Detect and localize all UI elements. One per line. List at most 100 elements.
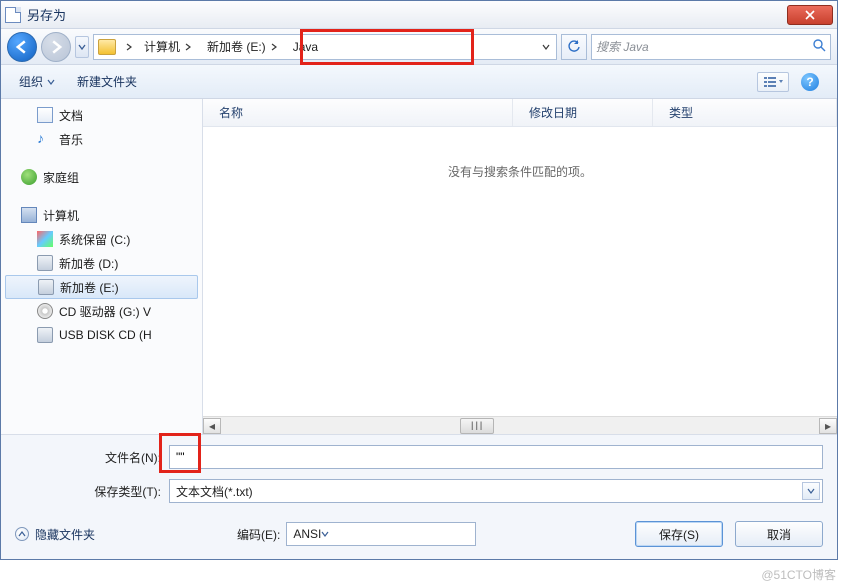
sidebar: 文档 ♪ 音乐 家庭组 计算机 系统保留 (C:) 新加卷 (D:) 新加卷 (E… bbox=[1, 99, 203, 434]
breadcrumb-folder-icon[interactable] bbox=[94, 35, 121, 59]
empty-text: 没有与搜索条件匹配的项。 bbox=[448, 163, 592, 180]
arrow-left-icon bbox=[15, 40, 29, 54]
breadcrumb-java[interactable]: Java bbox=[287, 35, 327, 59]
column-type[interactable]: 类型 bbox=[653, 99, 837, 126]
search-input[interactable]: 搜索 Java bbox=[591, 34, 831, 60]
file-list-panel: 名称 修改日期 类型 没有与搜索条件匹配的项。 ◂ III ▸ bbox=[203, 99, 837, 434]
empty-message: 没有与搜索条件匹配的项。 bbox=[203, 127, 837, 416]
column-headers: 名称 修改日期 类型 bbox=[203, 99, 837, 127]
scroll-grip-icon: III bbox=[471, 419, 484, 433]
sidebar-item-label: 计算机 bbox=[43, 207, 79, 224]
close-button[interactable] bbox=[787, 5, 833, 25]
breadcrumb-label: 新加卷 (E:) bbox=[207, 38, 266, 55]
encoding-select[interactable]: ANSI bbox=[286, 522, 476, 546]
breadcrumb-bar[interactable]: 计算机 新加卷 (E:) Java bbox=[93, 34, 557, 60]
view-options-button[interactable] bbox=[757, 72, 789, 92]
search-placeholder: 搜索 Java bbox=[596, 38, 649, 55]
window-icon bbox=[5, 7, 21, 23]
column-name[interactable]: 名称 bbox=[203, 99, 513, 126]
watermark: @51CTO博客 bbox=[761, 566, 836, 583]
search-icon bbox=[812, 38, 826, 55]
window-title: 另存为 bbox=[27, 5, 787, 24]
breadcrumb-root-chevron[interactable] bbox=[121, 35, 138, 59]
history-dropdown[interactable] bbox=[75, 36, 89, 58]
chevron-down-icon bbox=[78, 43, 86, 51]
forward-button[interactable] bbox=[41, 32, 71, 62]
encoding-label: 编码(E): bbox=[237, 526, 280, 543]
save-as-dialog: 另存为 计算机 新加卷 (E:) bbox=[0, 0, 838, 560]
scroll-track[interactable]: III bbox=[221, 418, 819, 434]
drive-icon bbox=[38, 279, 54, 295]
sidebar-item-documents[interactable]: 文档 bbox=[1, 103, 202, 127]
breadcrumb-drive-e[interactable]: 新加卷 (E:) bbox=[201, 35, 287, 59]
close-icon bbox=[805, 10, 815, 20]
toolbar-right: ? bbox=[757, 72, 827, 92]
document-icon bbox=[37, 107, 53, 123]
breadcrumb-label: Java bbox=[293, 40, 318, 54]
organize-menu[interactable]: 组织 bbox=[11, 69, 63, 94]
chevron-right-icon bbox=[270, 43, 278, 51]
encoding-value: ANSI bbox=[293, 527, 321, 541]
horizontal-scrollbar[interactable]: ◂ III ▸ bbox=[203, 416, 837, 434]
drive-system-icon bbox=[37, 231, 53, 247]
encoding-row: 编码(E): ANSI bbox=[237, 522, 476, 546]
sidebar-item-label: CD 驱动器 (G:) V bbox=[59, 303, 151, 320]
navigation-row: 计算机 新加卷 (E:) Java 搜索 Java bbox=[1, 29, 837, 65]
filename-label: 文件名(N): bbox=[15, 449, 161, 466]
sidebar-item-label: USB DISK CD (H bbox=[59, 328, 152, 342]
column-label: 类型 bbox=[669, 104, 693, 121]
breadcrumb-dropdown[interactable] bbox=[536, 40, 556, 54]
title-bar: 另存为 bbox=[1, 1, 837, 29]
sidebar-item-drive-c[interactable]: 系统保留 (C:) bbox=[1, 227, 202, 251]
arrow-right-icon bbox=[49, 40, 63, 54]
scroll-thumb[interactable]: III bbox=[460, 418, 494, 434]
sidebar-item-computer[interactable]: 计算机 bbox=[1, 203, 202, 227]
cancel-button[interactable]: 取消 bbox=[735, 521, 823, 547]
sidebar-item-drive-e[interactable]: 新加卷 (E:) bbox=[5, 275, 198, 299]
sidebar-item-label: 新加卷 (E:) bbox=[60, 279, 119, 296]
scroll-left-button[interactable]: ◂ bbox=[203, 418, 221, 434]
sidebar-item-drive-g[interactable]: CD 驱动器 (G:) V bbox=[1, 299, 202, 323]
sidebar-item-label: 音乐 bbox=[59, 131, 83, 148]
hide-folders-toggle[interactable]: 隐藏文件夹 bbox=[15, 526, 95, 543]
sidebar-item-label: 文档 bbox=[59, 107, 83, 124]
sidebar-item-drive-d[interactable]: 新加卷 (D:) bbox=[1, 251, 202, 275]
breadcrumb-label: 计算机 bbox=[144, 38, 180, 55]
encoding-dropdown-button[interactable] bbox=[321, 527, 329, 541]
chevron-down-icon bbox=[321, 530, 329, 538]
cd-drive-icon bbox=[37, 303, 53, 319]
filetype-label: 保存类型(T): bbox=[15, 483, 161, 500]
column-label: 修改日期 bbox=[529, 104, 577, 121]
sidebar-item-label: 新加卷 (D:) bbox=[59, 255, 118, 272]
filetype-dropdown-button[interactable] bbox=[802, 482, 820, 500]
refresh-button[interactable] bbox=[561, 34, 587, 60]
chevron-down-icon bbox=[807, 487, 815, 495]
column-date[interactable]: 修改日期 bbox=[513, 99, 653, 126]
filename-input[interactable] bbox=[169, 445, 823, 469]
sidebar-item-label: 系统保留 (C:) bbox=[59, 231, 130, 248]
breadcrumb-computer[interactable]: 计算机 bbox=[138, 35, 201, 59]
filetype-select[interactable]: 文本文档(*.txt) bbox=[169, 479, 823, 503]
computer-icon bbox=[21, 207, 37, 223]
chevron-down-icon bbox=[47, 78, 55, 86]
help-button[interactable]: ? bbox=[801, 73, 819, 91]
back-button[interactable] bbox=[7, 32, 37, 62]
scroll-right-button[interactable]: ▸ bbox=[819, 418, 837, 434]
sidebar-item-music[interactable]: ♪ 音乐 bbox=[1, 127, 202, 151]
toolbar: 组织 新建文件夹 ? bbox=[1, 65, 837, 99]
music-icon: ♪ bbox=[37, 131, 53, 147]
refresh-icon bbox=[567, 40, 581, 54]
sidebar-item-usb[interactable]: USB DISK CD (H bbox=[1, 323, 202, 347]
help-icon: ? bbox=[806, 75, 813, 89]
new-folder-label: 新建文件夹 bbox=[77, 73, 137, 90]
sidebar-item-homegroup[interactable]: 家庭组 bbox=[1, 165, 202, 189]
new-folder-button[interactable]: 新建文件夹 bbox=[69, 69, 145, 94]
save-button[interactable]: 保存(S) bbox=[635, 521, 723, 547]
folder-icon bbox=[98, 39, 116, 55]
chevron-right-icon bbox=[125, 43, 133, 51]
action-row: 隐藏文件夹 编码(E): ANSI 保存(S) 取消 bbox=[15, 513, 823, 547]
drive-icon bbox=[37, 255, 53, 271]
expand-up-icon bbox=[15, 527, 29, 541]
homegroup-icon bbox=[21, 169, 37, 185]
cancel-label: 取消 bbox=[767, 526, 791, 543]
